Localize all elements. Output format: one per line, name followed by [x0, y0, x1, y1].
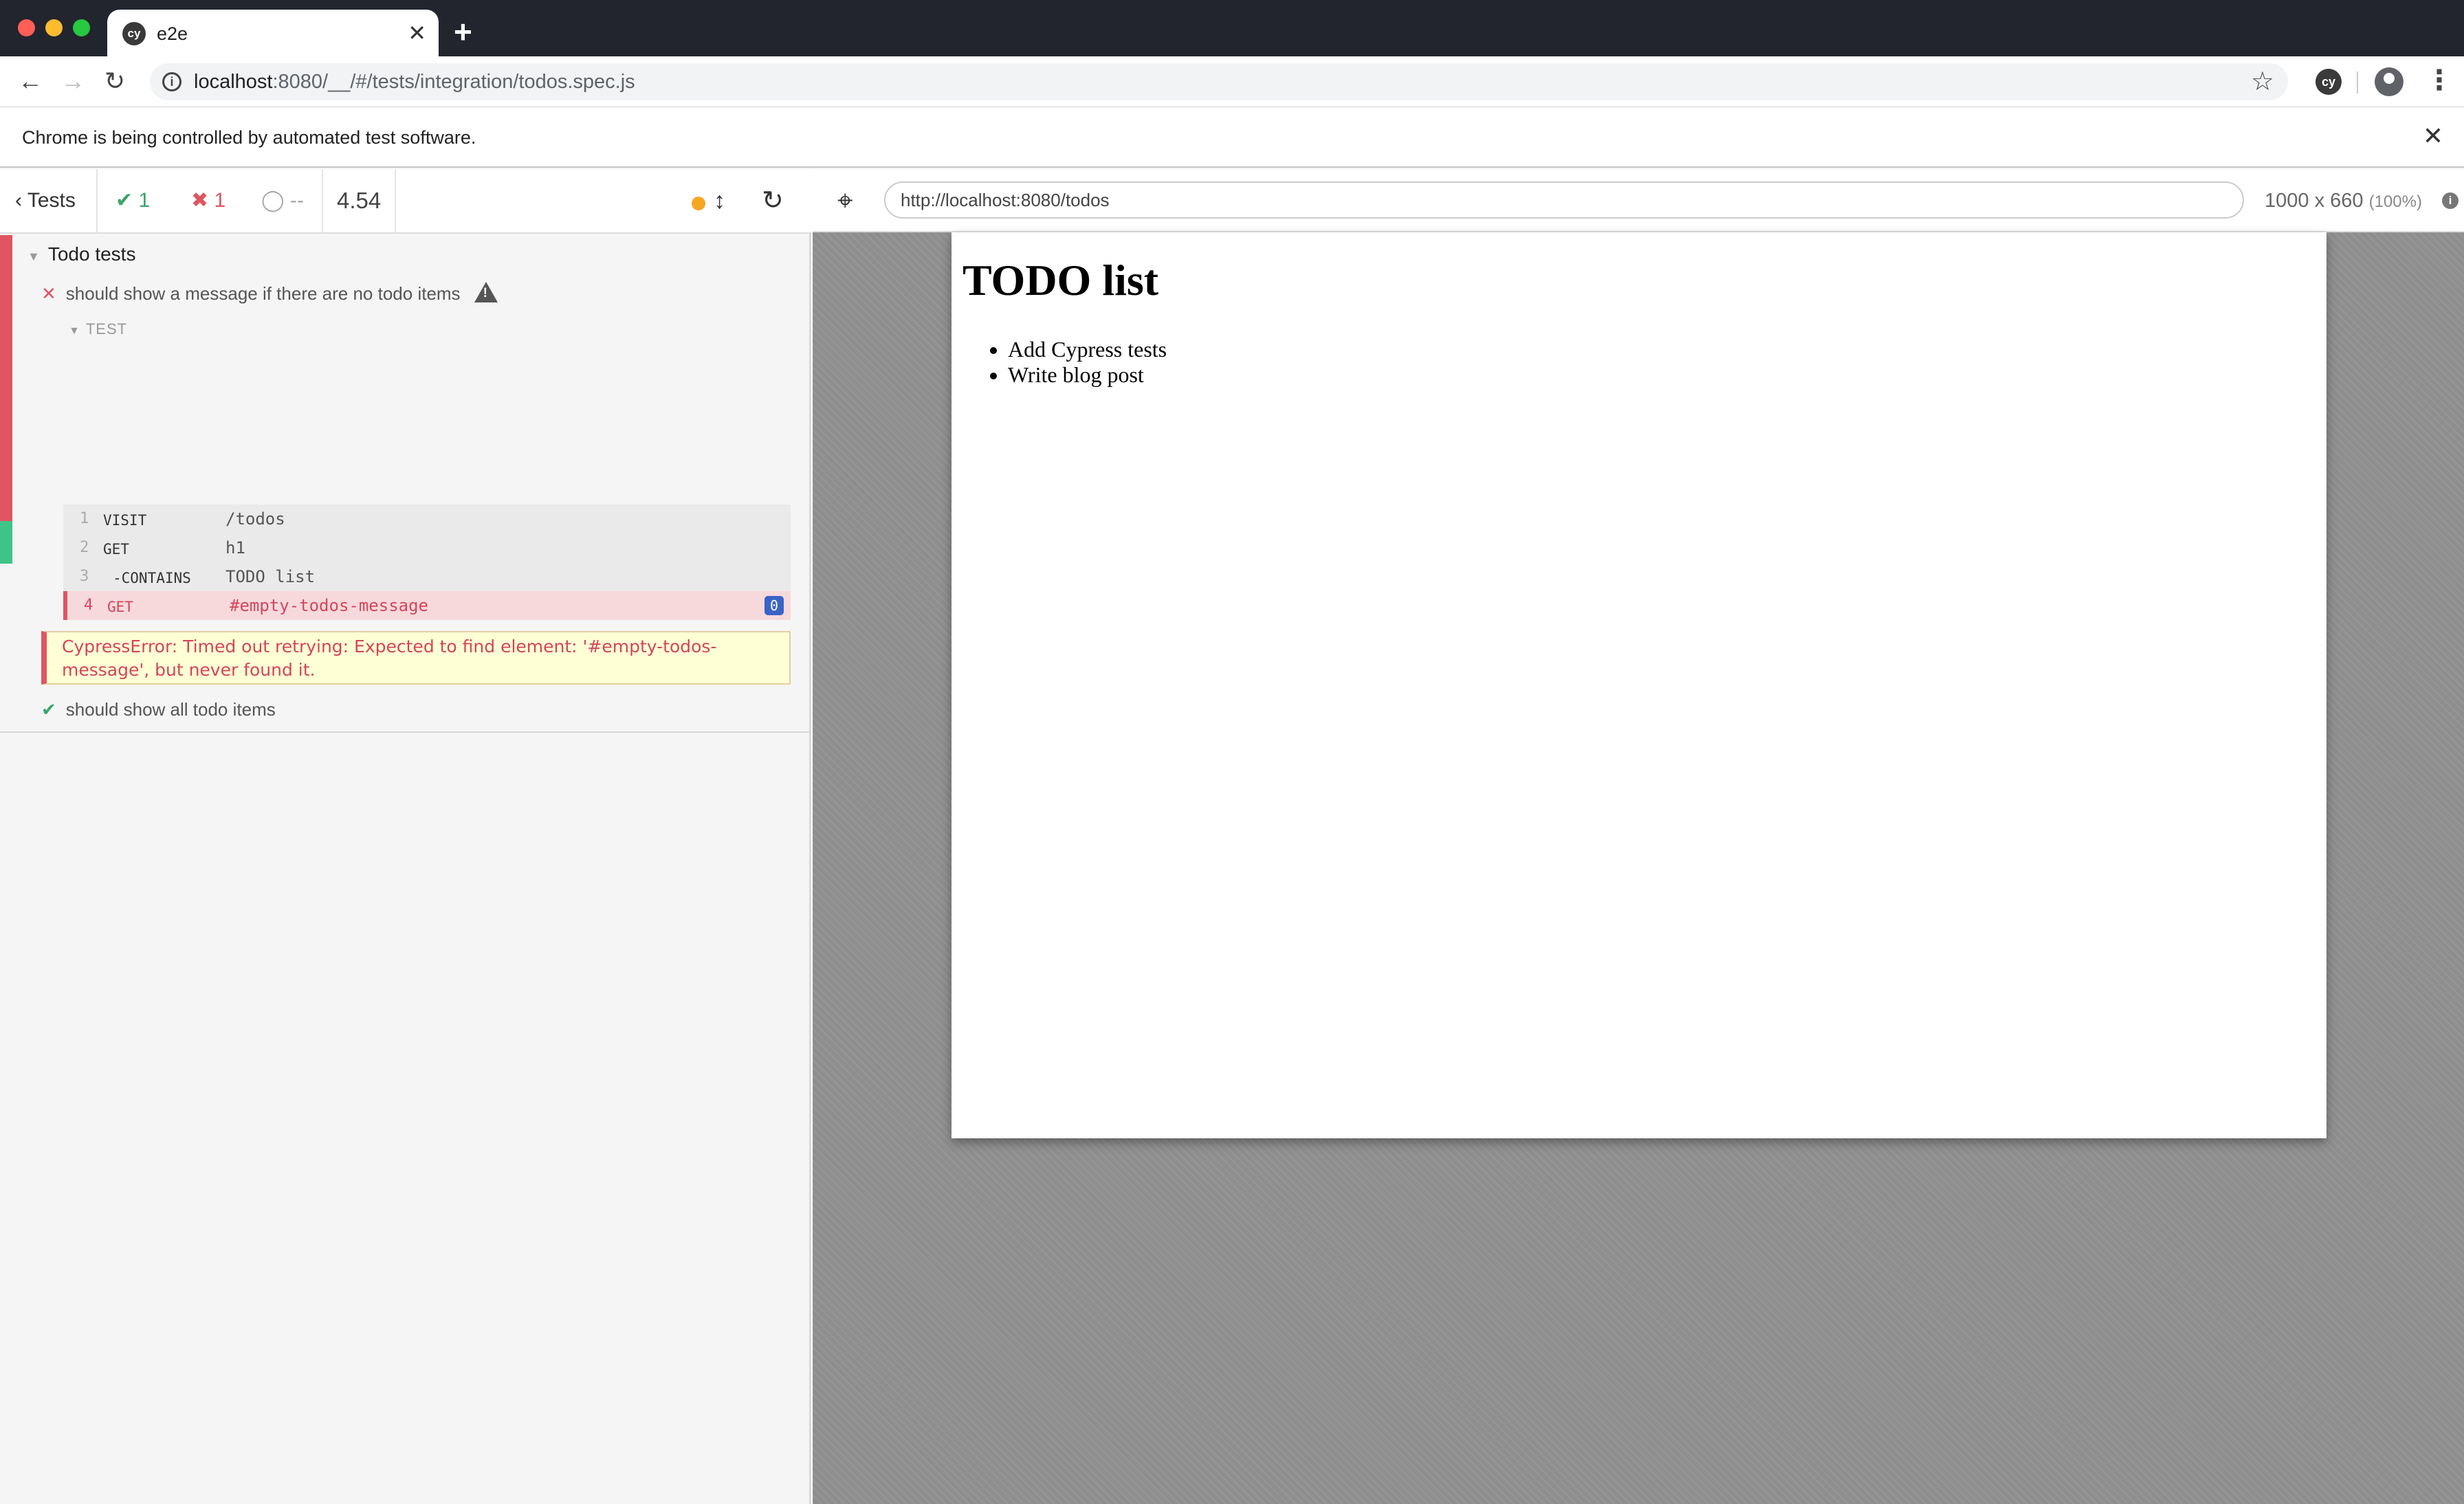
test-block-label[interactable]: ▼ TEST: [69, 313, 127, 345]
command-number: 4: [84, 597, 94, 614]
command-name: get: [103, 541, 129, 557]
automation-infobar: Chrome is being controlled by automated …: [0, 107, 2464, 168]
browser-toolbar: ← → ↻ i localhost:8080/__/#/tests/integr…: [0, 56, 2464, 107]
autoscroll-toggle-icon[interactable]: ↕: [714, 169, 725, 232]
passed-count-value: 1: [138, 189, 151, 212]
command-arg: h1: [226, 538, 245, 557]
window-zoom-button[interactable]: [73, 19, 90, 36]
command-arg: #empty-todos-message: [230, 596, 428, 615]
window-close-button[interactable]: [18, 19, 35, 36]
viewport-scale: (100%): [2368, 192, 2422, 211]
passed-count: ✔ 1: [116, 169, 150, 232]
reload-icon[interactable]: ↻: [104, 66, 125, 96]
aut-iframe: TODO list Add Cypress tests Write blog p…: [952, 232, 2326, 1138]
test-block-label-text: TEST: [85, 320, 128, 338]
viewport-size: 1000 x 660 (100%): [2265, 169, 2422, 234]
browser-tab[interactable]: cy e2e ✕: [107, 10, 439, 56]
cypress-reporter: ‹ Tests ✔ 1 ✖ 1 ◯ -- 4.54 ↕ ↻ ▼ Todo test…: [0, 169, 811, 1504]
caret-down-icon: ▼: [28, 250, 40, 263]
todo-list: Add Cypress tests Write blog post: [1008, 337, 1167, 388]
test-title-passed[interactable]: ✔ should show all todo items: [41, 692, 276, 727]
profile-icon[interactable]: [2375, 67, 2404, 96]
header-divider: [322, 169, 323, 232]
command-name: get: [107, 599, 133, 615]
failed-count: ✖ 1: [191, 169, 226, 232]
command-arg: TODO list: [226, 567, 316, 586]
error-message[interactable]: CypressError: Timed out retrying: Expect…: [41, 631, 791, 685]
new-tab-button[interactable]: +: [454, 12, 472, 51]
todo-item: Write blog post: [1008, 362, 1167, 388]
warning-icon: [474, 282, 498, 302]
tests-label: Tests: [27, 189, 76, 212]
viewport-info-icon[interactable]: i: [2442, 192, 2458, 209]
check-icon: ✔: [116, 189, 139, 212]
infobar-close-icon[interactable]: ✕: [2423, 122, 2443, 150]
url-path: :8080/__/#/tests/integration/todos.spec.…: [272, 71, 635, 93]
cypress-extension-icon[interactable]: cy: [2316, 69, 2342, 95]
command-row[interactable]: 1 visit /todos: [63, 505, 791, 533]
test-title-failed[interactable]: ✕ should show a message if there are no t…: [41, 275, 498, 312]
command-row[interactable]: 2 get h1: [63, 533, 791, 562]
site-info-icon[interactable]: i: [162, 72, 182, 91]
tab-title: e2e: [157, 23, 188, 44]
selector-playground-crosshair-icon[interactable]: ⌖: [837, 187, 865, 214]
reporter-header: ‹ Tests ✔ 1 ✖ 1 ◯ -- 4.54 ↕ ↻: [0, 169, 811, 234]
failed-status-stripe: [0, 235, 12, 564]
x-icon: ✖: [191, 189, 214, 212]
pending-count-value: --: [289, 189, 304, 212]
reporter-divider: [0, 731, 811, 733]
element-count-badge: 0: [764, 596, 784, 615]
test-title-text: should show all todo items: [65, 699, 276, 720]
aut-header: ⌖ http://localhost:8080/todos 1000 x 660…: [813, 169, 2464, 232]
failed-count-value: 1: [214, 189, 226, 212]
command-name: -contains: [113, 570, 191, 586]
back-arrow-icon[interactable]: ←: [18, 66, 43, 96]
page-heading: TODO list: [962, 256, 1159, 305]
suite-title-text: Todo tests: [47, 243, 136, 265]
check-icon: ✔: [41, 699, 56, 720]
passed-status-stripe: [0, 521, 12, 564]
test-title-text: should show a message if there are no to…: [65, 283, 461, 304]
caret-down-icon: ▼: [69, 325, 80, 337]
header-divider: [395, 169, 396, 232]
aut-url-field[interactable]: http://localhost:8080/todos: [884, 181, 2244, 219]
command-number: 1: [80, 510, 89, 527]
address-bar[interactable]: i localhost:8080/__/#/tests/integration/…: [150, 63, 2288, 100]
browser-titlebar: cy e2e ✕ +: [0, 0, 2464, 56]
command-name: visit: [103, 512, 147, 529]
command-number: 2: [80, 539, 89, 556]
toolbar-divider: [2357, 71, 2358, 93]
rerun-tests-icon[interactable]: ↻: [762, 169, 784, 232]
x-icon: ✕: [41, 283, 56, 304]
tests-button[interactable]: ‹ Tests: [15, 169, 76, 232]
chevron-left-icon: ‹: [15, 189, 28, 212]
command-row[interactable]: 3 -contains TODO list: [63, 562, 791, 591]
pending-circle-icon: ◯: [261, 189, 290, 212]
kebab-menu-icon[interactable]: ⋮: [2426, 63, 2453, 98]
url-host: localhost: [194, 71, 273, 93]
duration: 4.54: [337, 188, 382, 213]
tab-close-icon[interactable]: ✕: [408, 19, 426, 47]
command-row-failed[interactable]: 4 get #empty-todos-message 0: [63, 591, 791, 620]
cypress-favicon-icon: cy: [122, 22, 146, 45]
forward-arrow-icon[interactable]: →: [60, 66, 85, 96]
viewport-dimensions: 1000 x 660: [2265, 190, 2364, 212]
running-indicator-icon: [692, 197, 705, 210]
todo-item: Add Cypress tests: [1008, 337, 1167, 362]
address-url[interactable]: localhost:8080/__/#/tests/integration/to…: [194, 70, 635, 93]
window-minimize-button[interactable]: [45, 19, 63, 36]
pending-count: ◯ --: [261, 169, 304, 232]
command-arg: /todos: [226, 509, 285, 529]
command-number: 3: [80, 568, 89, 585]
infobar-message: Chrome is being controlled by automated …: [22, 127, 476, 148]
bookmark-star-icon[interactable]: ☆: [2251, 67, 2274, 96]
header-divider: [96, 169, 98, 232]
suite-title[interactable]: ▼ Todo tests: [28, 235, 135, 274]
